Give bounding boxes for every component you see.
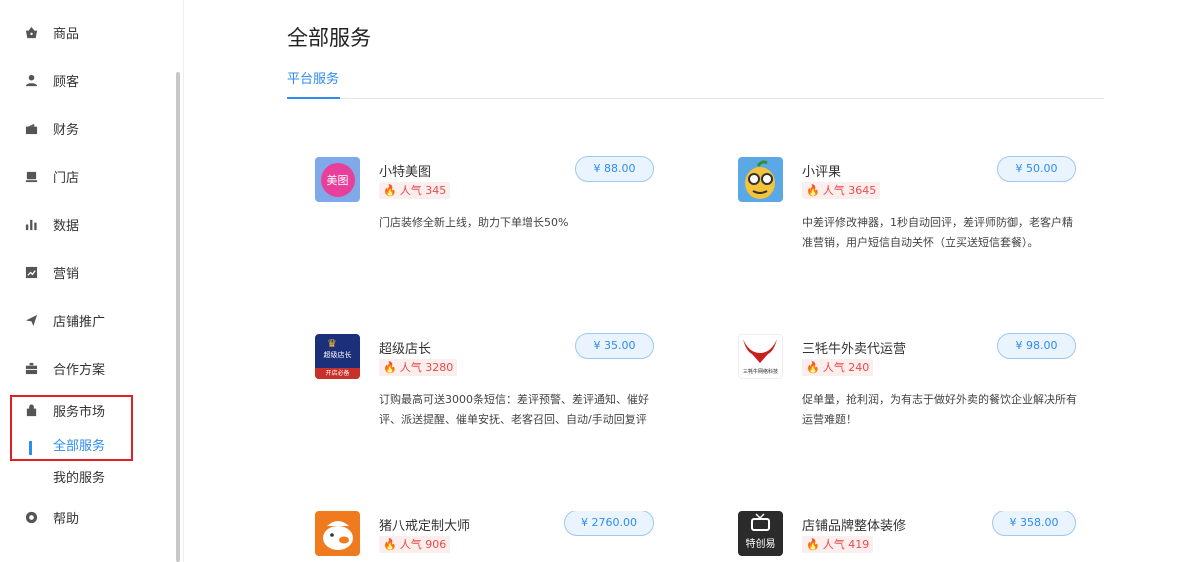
service-card[interactable]: 美图 小特美图 🔥 人气 345 ¥ 88.00 门店装修全新上线，助力下单增长5… — [315, 156, 675, 297]
sidebar-item-stores[interactable]: 门店 — [24, 164, 79, 188]
store-icon — [24, 169, 38, 183]
thumb-subtitle: 开店必备 — [315, 368, 360, 379]
service-card[interactable]: 猪八戒定制大师 🔥 人气 906 ¥ 2760.00 — [315, 511, 675, 562]
sidebar-item-data[interactable]: 数据 — [24, 212, 79, 236]
service-thumbnail — [738, 157, 783, 202]
wallet-icon — [24, 121, 38, 135]
sidebar-item-label: 合作方案 — [53, 362, 106, 378]
popularity-badge: 🔥 人气 419 — [802, 536, 874, 553]
crown-icon: ♛ — [327, 337, 337, 350]
popularity-badge: 🔥 人气 345 — [379, 182, 451, 199]
sidebar-item-help[interactable]: 帮助 — [24, 505, 79, 529]
sidebar-item-label: 帮助 — [53, 511, 80, 527]
sidebar-item-label: 财务 — [53, 122, 80, 138]
help-icon — [24, 510, 38, 524]
price-button[interactable]: ¥ 2760.00 — [564, 511, 654, 536]
service-thumbnail: ♛ 超级店长 开店必备 — [315, 334, 360, 379]
sidebar-item-label: 商品 — [53, 26, 80, 42]
price-button[interactable]: ¥ 50.00 — [997, 156, 1076, 182]
fire-icon: 🔥 — [806, 538, 820, 551]
sidebar-item-marketing[interactable]: 营销 — [24, 260, 79, 284]
sidebar-scrollbar[interactable] — [176, 72, 180, 562]
tab-active-underline — [287, 97, 340, 99]
sidebar-item-customers[interactable]: 顾客 — [24, 68, 79, 92]
service-description: 促单量，抢利润，为有志于做好外卖的餐饮企业解决所有运营难题！ — [802, 393, 1077, 426]
bar-chart-icon — [24, 217, 38, 231]
thumb-caption: 特创易 — [745, 539, 776, 550]
price-button[interactable]: ¥ 35.00 — [575, 333, 654, 359]
sidebar-subitem-my-services[interactable]: 我的服务 — [53, 469, 105, 489]
fire-icon: 🔥 — [383, 538, 397, 551]
fire-icon: 🔥 — [383, 361, 397, 374]
sidebar: 商品 顾客 财务 门店 数据 营销 店铺推广 合作方案 服务市场 全部服务 我的… — [0, 0, 184, 562]
sidebar-item-label: 门店 — [53, 170, 80, 186]
tv-icon — [751, 513, 770, 531]
service-thumbnail: 美图 — [315, 157, 360, 202]
service-card[interactable]: 特创易 店铺品牌整体装修 🔥 人气 419 ¥ 358.00 — [738, 511, 1098, 562]
sidebar-item-label: 顾客 — [53, 74, 80, 90]
yak-logo-icon — [743, 339, 777, 363]
service-name[interactable]: 超级店长 — [379, 338, 431, 357]
tab-divider — [287, 98, 1104, 99]
service-name[interactable]: 小评果 — [802, 161, 841, 180]
highlight-box — [10, 395, 133, 461]
pig-mascot-icon — [323, 521, 353, 550]
service-name[interactable]: 小特美图 — [379, 161, 431, 180]
service-card[interactable]: ♛ 超级店长 开店必备 超级店长 🔥 人气 3280 ¥ 35.00 订购最高可送… — [315, 333, 675, 474]
user-icon — [24, 73, 38, 87]
sidebar-item-goods[interactable]: 商品 — [24, 20, 79, 44]
service-thumbnail: 三牦牛网络科技 — [738, 334, 783, 379]
fruit-mascot-icon — [745, 160, 775, 199]
price-button[interactable]: ¥ 98.00 — [997, 333, 1076, 359]
service-description: 门店装修全新上线，助力下单增长50% — [379, 216, 569, 229]
popularity-badge: 🔥 人气 3280 — [379, 359, 458, 376]
service-description: 订购最高可送3000条短信：差评预警、差评通知、催好评、派送提醒、催单安抚、老客… — [379, 393, 649, 426]
price-button[interactable]: ¥ 358.00 — [992, 511, 1076, 536]
fire-icon: 🔥 — [383, 184, 397, 197]
briefcase-icon — [24, 361, 38, 375]
price-button[interactable]: ¥ 88.00 — [575, 156, 654, 182]
service-thumbnail: 特创易 — [738, 511, 783, 556]
popularity-badge: 🔥 人气 906 — [379, 536, 451, 553]
service-name[interactable]: 三牦牛外卖代运营 — [802, 338, 906, 357]
sidebar-item-promotion[interactable]: 店铺推广 — [24, 308, 105, 332]
bag-icon — [24, 25, 38, 39]
service-thumbnail — [315, 511, 360, 556]
send-icon — [24, 313, 38, 327]
service-description: 中差评修改神器，1秒自动回评，差评师防御，老客户精准营销，用户短信自动关怀（立买… — [802, 216, 1073, 249]
trend-icon — [24, 265, 38, 279]
service-name[interactable]: 店铺品牌整体装修 — [802, 515, 906, 534]
service-name[interactable]: 猪八戒定制大师 — [379, 515, 470, 534]
popularity-badge: 🔥 人气 240 — [802, 359, 874, 376]
thumb-caption: 三牦牛网络科技 — [742, 369, 778, 375]
fire-icon: 🔥 — [806, 361, 820, 374]
tab-platform-services[interactable]: 平台服务 — [287, 68, 339, 87]
page-title: 全部服务 — [287, 26, 371, 50]
sidebar-item-label: 店铺推广 — [53, 314, 106, 330]
sidebar-item-label: 营销 — [53, 266, 80, 282]
service-card[interactable]: 小评果 🔥 人气 3645 ¥ 50.00 中差评修改神器，1秒自动回评，差评师防… — [738, 156, 1098, 297]
popularity-badge: 🔥 人气 3645 — [802, 182, 881, 199]
sidebar-item-label: 数据 — [53, 218, 80, 234]
fire-icon: 🔥 — [806, 184, 820, 197]
sidebar-item-cooperation[interactable]: 合作方案 — [24, 356, 105, 380]
sidebar-item-finance[interactable]: 财务 — [24, 116, 79, 140]
thumb-title: 超级店长 — [323, 351, 352, 359]
service-card[interactable]: 三牦牛网络科技 三牦牛外卖代运营 🔥 人气 240 ¥ 98.00 促单量，抢利润… — [738, 333, 1098, 474]
meitu-logo: 美图 — [320, 162, 355, 197]
